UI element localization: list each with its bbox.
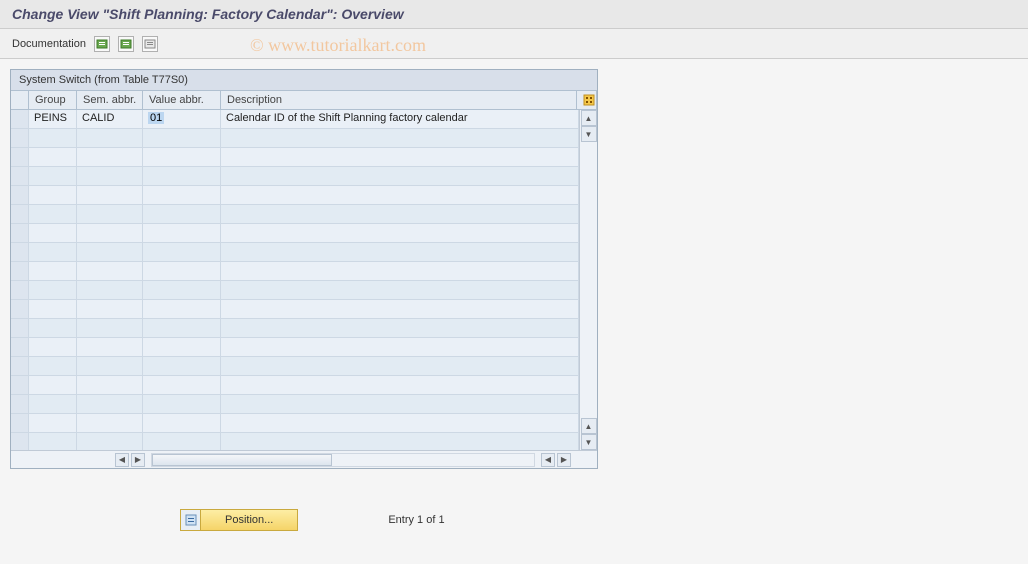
table-row[interactable] [11,262,579,281]
table-row[interactable] [11,319,579,338]
grid-header-row: Group Sem. abbr. Value abbr. Description [11,91,597,110]
table-row[interactable] [11,224,579,243]
table-row[interactable] [11,357,579,376]
column-header-description[interactable]: Description [221,91,577,109]
scroll-left-button-2[interactable]: ◀ [541,453,555,467]
entry-status: Entry 1 of 1 [388,514,444,526]
table-row[interactable] [11,186,579,205]
hscroll-track[interactable] [151,453,535,467]
data-grid: System Switch (from Table T77S0) Group S… [10,69,598,469]
grid-title: System Switch (from Table T77S0) [11,70,597,91]
scroll-down-button[interactable]: ▼ [581,126,597,142]
column-config-button[interactable] [577,91,597,109]
table-row[interactable] [11,205,579,224]
position-button-label: Position... [201,514,297,526]
cell-group: PEINS [29,110,77,128]
scroll-track[interactable] [580,142,597,418]
scroll-up-button-bottom[interactable]: ▲ [581,418,597,434]
toolbar-icon-1[interactable] [94,36,110,52]
column-header-value-abbr[interactable]: Value abbr. [143,91,221,109]
position-icon [181,510,201,530]
table-row[interactable]: PEINS CALID 01 Calendar ID of the Shift … [11,110,579,129]
toolbar-icon-2[interactable] [118,36,134,52]
grid-body: PEINS CALID 01 Calendar ID of the Shift … [11,110,597,450]
table-row[interactable] [11,129,579,148]
row-selector[interactable] [11,110,29,128]
table-row[interactable] [11,300,579,319]
scroll-right-button[interactable]: ▶ [131,453,145,467]
table-row[interactable] [11,395,579,414]
page-title: Change View "Shift Planning: Factory Cal… [0,0,1028,29]
table-row[interactable] [11,414,579,433]
table-row[interactable] [11,338,579,357]
vertical-scrollbar[interactable]: ▲ ▼ ▲ ▼ [579,110,597,450]
cell-value-abbr[interactable]: 01 [143,110,221,128]
toolbar-icon-3[interactable] [142,36,158,52]
footer-bar: Position... Entry 1 of 1 [0,509,1028,531]
column-header-group[interactable]: Group [29,91,77,109]
table-settings-icon [583,94,595,106]
scroll-up-button[interactable]: ▲ [581,110,597,126]
table-row[interactable] [11,148,579,167]
scroll-right-button-2[interactable]: ▶ [557,453,571,467]
toolbar: Documentation [0,29,1028,59]
column-header-sem-abbr[interactable]: Sem. abbr. [77,91,143,109]
position-button[interactable]: Position... [180,509,298,531]
horizontal-scrollbar: ◀ ▶ ◀ ▶ [11,450,597,468]
table-row[interactable] [11,433,579,450]
scroll-down-button-bottom[interactable]: ▼ [581,434,597,450]
documentation-button[interactable]: Documentation [12,38,86,50]
table-row[interactable] [11,376,579,395]
row-selector-header [11,91,29,109]
hscroll-thumb[interactable] [152,454,332,466]
table-row[interactable] [11,243,579,262]
scroll-left-button[interactable]: ◀ [115,453,129,467]
cell-description: Calendar ID of the Shift Planning factor… [221,110,579,128]
table-row[interactable] [11,167,579,186]
cell-sem-abbr: CALID [77,110,143,128]
table-row[interactable] [11,281,579,300]
